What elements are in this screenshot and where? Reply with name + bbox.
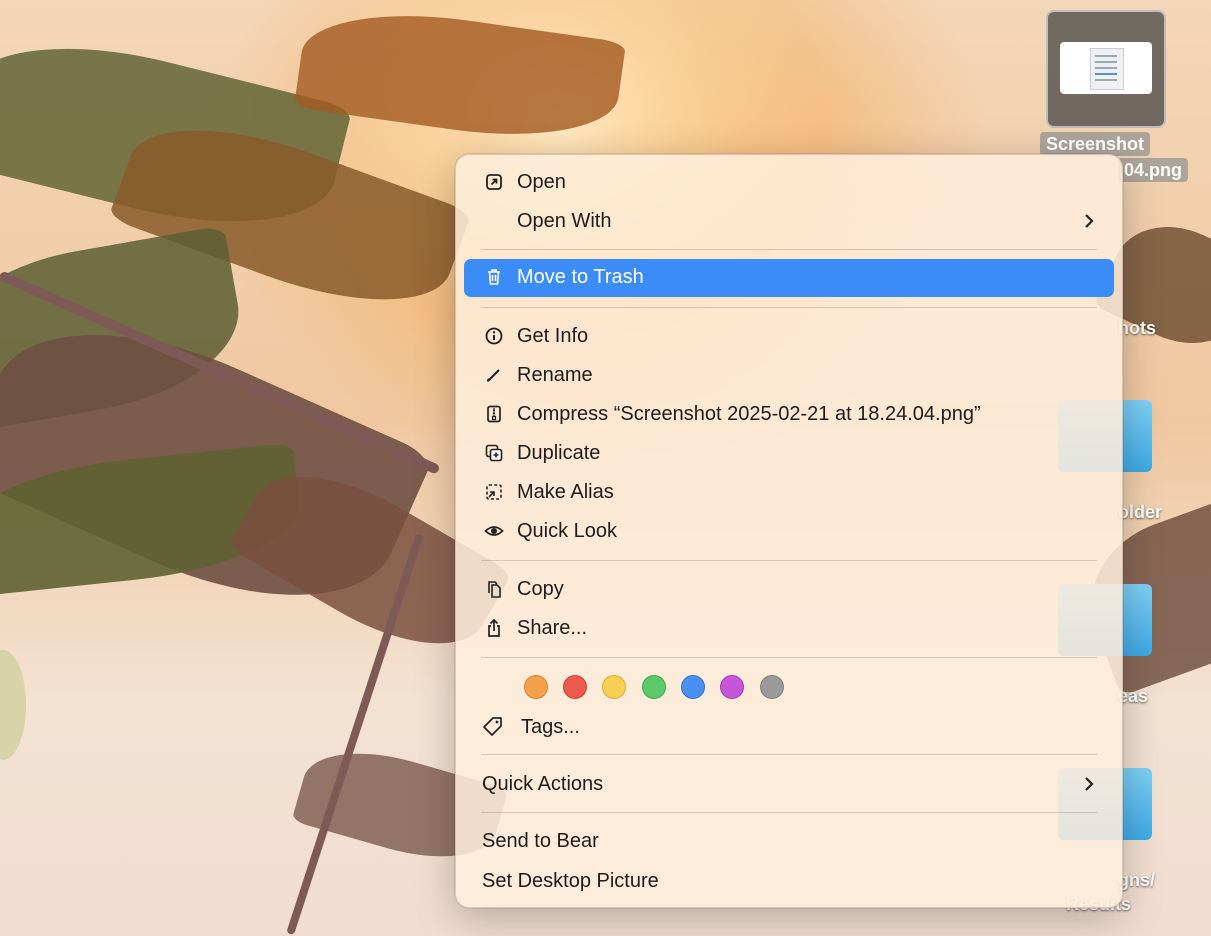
menu-separator [481, 657, 1097, 658]
menu-item-move-to-trash[interactable]: Move to Trash [464, 259, 1114, 297]
tag-color-gray[interactable] [760, 675, 784, 699]
desktop-icon-label[interactable]: older [1118, 502, 1162, 523]
menu-item-send-to-bear[interactable]: Send to Bear [464, 823, 1114, 859]
menu-item-label: Move to Trash [517, 266, 644, 288]
desktop-icon-label[interactable]: gns/ [1118, 870, 1155, 891]
menu-item-set-desktop-picture[interactable]: Set Desktop Picture [464, 863, 1114, 899]
menu-item-duplicate[interactable]: Duplicate [464, 435, 1114, 471]
menu-item-label: Rename [517, 364, 593, 386]
menu-separator [481, 812, 1097, 813]
menu-item-tags[interactable]: Tags... [464, 709, 1114, 745]
menu-item-label: Get Info [517, 325, 589, 347]
context-menu: Open Open With Move to Trash Get Info Re… [455, 154, 1123, 908]
selected-file-label-line2[interactable]: 04.png [1118, 158, 1189, 182]
trash-icon [488, 269, 500, 285]
menu-item-label: Duplicate [517, 442, 601, 464]
copy-documents-icon [488, 581, 501, 598]
menu-item-make-alias[interactable]: Make Alias [464, 474, 1114, 510]
menu-item-label: Open With [517, 210, 612, 232]
menu-item-open-with[interactable]: Open With [464, 203, 1114, 239]
bud-shape [0, 650, 26, 760]
menu-item-rename[interactable]: Rename [464, 357, 1114, 393]
menu-item-open[interactable]: Open [464, 164, 1114, 200]
desktop-icon-label[interactable]: hots [1118, 318, 1156, 339]
menu-separator [481, 249, 1097, 250]
alias-icon [486, 484, 502, 500]
menu-item-get-info[interactable]: Get Info [464, 318, 1114, 354]
menu-item-copy[interactable]: Copy [464, 571, 1114, 607]
menu-item-label: Set Desktop Picture [482, 870, 659, 892]
menu-separator [481, 307, 1097, 308]
menu-item-label: Send to Bear [482, 830, 599, 852]
menu-separator [481, 560, 1097, 561]
duplicate-icon [485, 444, 503, 462]
chevron-right-icon [1085, 777, 1094, 791]
menu-item-label: Quick Actions [482, 773, 604, 795]
menu-item-label: Quick Look [517, 520, 618, 542]
tag-color-green[interactable] [642, 675, 666, 699]
pencil-icon [486, 369, 500, 382]
thumbnail-preview [1060, 42, 1152, 94]
menu-item-quick-look[interactable]: Quick Look [464, 513, 1114, 549]
thumbnail-document-icon [1090, 48, 1124, 90]
tag-color-orange[interactable] [524, 675, 548, 699]
menu-item-label: Open [517, 171, 566, 193]
selected-file-label-line1[interactable]: Screenshot [1040, 132, 1151, 156]
screenshot-file-thumbnail[interactable] [1046, 10, 1166, 128]
tag-color-red[interactable] [563, 675, 587, 699]
menu-item-label: Make Alias [517, 481, 614, 503]
share-icon [488, 618, 500, 637]
menu-separator [481, 754, 1097, 755]
menu-item-label: Tags... [521, 716, 580, 738]
menu-item-compress[interactable]: Compress “Screenshot 2025-02-21 at 18.24… [464, 396, 1114, 432]
info-icon [485, 327, 503, 345]
tag-color-purple[interactable] [720, 675, 744, 699]
menu-item-label: Share... [517, 617, 588, 639]
menu-item-label: Compress “Screenshot 2025-02-21 at 18.24… [517, 403, 981, 425]
tag-icon [483, 717, 502, 736]
archive-zip-icon [487, 405, 501, 423]
tag-color-yellow[interactable] [602, 675, 626, 699]
eye-icon [484, 526, 504, 536]
tag-color-blue[interactable] [681, 675, 705, 699]
menu-item-label: Copy [517, 578, 564, 600]
menu-item-share[interactable]: Share... [464, 610, 1114, 646]
menu-item-quick-actions[interactable]: Quick Actions [464, 766, 1114, 802]
chevron-right-icon [1085, 214, 1094, 228]
open-arrow-icon [486, 174, 502, 190]
